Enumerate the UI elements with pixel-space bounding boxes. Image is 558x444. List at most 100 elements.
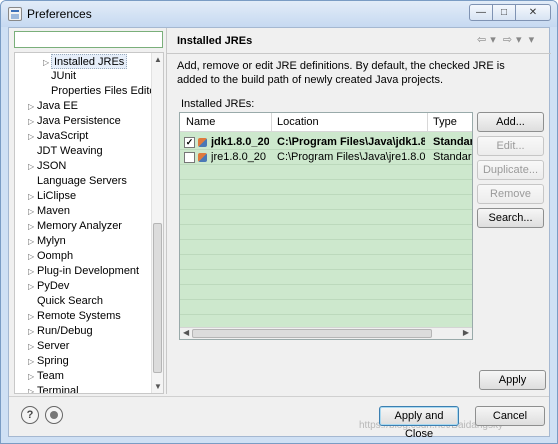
jre-checkbox[interactable] [184,152,195,163]
edit-button[interactable]: Edit... [477,136,544,156]
tree-item-label: Language Servers [37,175,127,187]
maximize-button[interactable]: □ [492,4,516,21]
cell-type: Standard [433,136,472,148]
jre-library-icon [198,138,207,147]
search-button[interactable]: Search... [477,208,544,228]
tree-item[interactable]: ▷ Plug-in Development [28,264,139,279]
tree-item-label: Quick Search [37,295,104,307]
forward-arrow-icon[interactable]: ⇨ [503,34,512,46]
installed-jres-table: Name Location Type ✓ jdk1.8.0_20... C:\Pro… [179,112,473,340]
tree-item[interactable]: ▷ Spring [28,354,69,369]
back-arrow-icon[interactable]: ⇦ [477,34,486,46]
tree-scrollbar[interactable]: ▲ ▼ [151,53,163,393]
tree-item[interactable]: ▷ Terminal [28,384,79,393]
close-button[interactable]: ✕ [515,4,551,21]
tree-item[interactable]: ▷ Server [28,339,69,354]
tree-item[interactable]: ▷ Installed JREs [43,54,128,69]
tree-item[interactable]: ▷ Team [28,369,64,384]
expand-chevron-icon[interactable]: ▷ [28,159,34,174]
back-menu-chevron-icon[interactable]: ▾ [490,34,496,46]
minimize-button[interactable]: — [469,4,493,21]
record-macro-icon[interactable] [45,406,63,424]
column-header-name[interactable]: Name [186,116,215,128]
tree-item[interactable]: ▷ Memory Analyzer [28,219,122,234]
installed-jres-label: Installed JREs: [181,98,255,110]
remove-button[interactable]: Remove [477,184,544,204]
header-divider [167,53,551,54]
table-gridline [180,239,472,240]
tree-item[interactable]: ▷ Java Persistence [28,114,121,129]
expand-chevron-icon[interactable]: ▷ [28,204,34,219]
tree-item[interactable]: Quick Search [37,294,103,309]
preferences-app-icon [8,7,22,21]
expand-chevron-icon[interactable]: ▷ [28,219,34,234]
table-header: Name Location Type [180,113,472,132]
table-gridline [180,299,472,300]
tree-item[interactable]: ▷ Remote Systems [28,309,121,324]
forward-menu-chevron-icon[interactable]: ▾ [516,34,522,46]
expand-chevron-icon[interactable]: ▷ [28,369,34,384]
expand-chevron-icon[interactable]: ▷ [28,279,34,294]
table-gridline [180,224,472,225]
table-gridline [180,179,472,180]
tree-item[interactable]: Properties Files Editor [51,84,159,99]
add-button[interactable]: Add... [477,112,544,132]
table-row[interactable]: ✓ jdk1.8.0_20... C:\Program Files\Java\jdk… [180,135,472,150]
tree-item[interactable]: ▷ Run/Debug [28,324,93,339]
tree-item[interactable]: ▷ Mylyn [28,234,66,249]
tree-item[interactable]: ▷ JSON [28,159,67,174]
expand-chevron-icon[interactable]: ▷ [28,129,34,144]
expand-chevron-icon[interactable]: ▷ [28,309,34,324]
expand-chevron-icon[interactable]: ▷ [28,264,34,279]
scroll-down-arrow-icon[interactable]: ▼ [154,382,162,391]
tree-item[interactable]: JDT Weaving [37,144,103,159]
column-divider[interactable] [271,113,272,131]
tree-item[interactable]: ▷ Java EE [28,99,78,114]
tree-item[interactable]: ▷ Maven [28,204,70,219]
table-scroll-thumb[interactable] [192,329,432,338]
title-bar[interactable]: Preferences — □ ✕ [1,1,557,27]
apply-and-close-button[interactable]: Apply and Close [379,406,459,440]
tree-item-label: JSON [37,160,67,172]
scroll-right-arrow-icon[interactable]: ▶ [463,328,469,337]
tree-item[interactable]: ▷ PyDev [28,279,69,294]
apply-button[interactable]: Apply [479,370,546,390]
help-icon[interactable]: ? [21,406,39,424]
page-title: Installed JREs [177,35,253,47]
table-horizontal-scrollbar[interactable]: ◀ ▶ [180,327,472,339]
expand-chevron-icon[interactable]: ▷ [28,354,34,369]
scroll-left-arrow-icon[interactable]: ◀ [183,328,189,337]
column-header-type[interactable]: Type [433,116,457,128]
expand-chevron-icon[interactable]: ▷ [28,189,34,204]
expand-chevron-icon[interactable]: ▷ [28,99,34,114]
view-menu-chevron-icon[interactable]: ▾ [529,34,535,46]
column-header-location[interactable]: Location [277,116,319,128]
page-navigation: ⇦ ▾ ⇨ ▾ ▾ [477,33,538,46]
expand-chevron-icon[interactable]: ▷ [28,114,34,129]
tree-item[interactable]: Language Servers [37,174,127,189]
expand-chevron-icon[interactable]: ▷ [28,384,34,393]
tree-scroll-thumb[interactable] [153,223,162,373]
tree-item[interactable]: ▷ Oomph [28,249,73,264]
expand-chevron-icon[interactable]: ▷ [28,339,34,354]
duplicate-button[interactable]: Duplicate... [477,160,544,180]
footer-divider [9,396,549,397]
cell-location: C:\Program Files\Java\jdk1.8.... [277,136,425,148]
tree-item[interactable]: ▷ JavaScript [28,129,89,144]
expand-chevron-icon[interactable]: ▷ [28,234,34,249]
column-divider[interactable] [427,113,428,131]
cancel-button[interactable]: Cancel [475,406,545,426]
table-gridline [180,254,472,255]
scroll-up-arrow-icon[interactable]: ▲ [154,55,162,64]
filter-input[interactable] [14,31,163,48]
expand-chevron-icon[interactable]: ▷ [43,55,49,70]
tree-item[interactable]: ▷ LiClipse [28,189,76,204]
tree-item-label: JavaScript [37,130,89,142]
tree-item[interactable]: JUnit [51,69,76,84]
expand-chevron-icon[interactable]: ▷ [28,324,34,339]
jre-checkbox[interactable]: ✓ [184,137,195,148]
expand-chevron-icon[interactable]: ▷ [28,249,34,264]
table-row[interactable]: jre1.8.0_20 C:\Program Files\Java\jre1.8.… [180,150,472,165]
cell-location: C:\Program Files\Java\jre1.8.0_20 [277,151,425,163]
panel-splitter[interactable] [166,28,167,394]
